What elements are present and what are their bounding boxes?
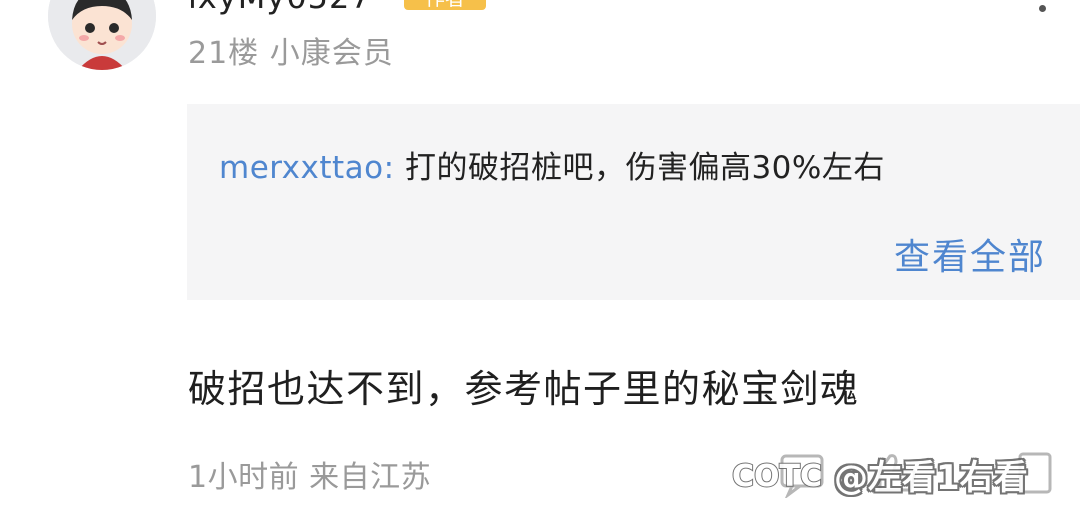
view-all-link[interactable]: 查看全部 xyxy=(894,228,1046,280)
watermark-logo: COTC xyxy=(731,458,823,495)
reply-line: merxxttao: 打的破招桩吧，伤害偏高30%左右 xyxy=(219,142,885,187)
reply-text: 打的破招桩吧，伤害偏高30%左右 xyxy=(394,150,885,186)
cartoon-avatar-icon xyxy=(48,0,156,70)
watermark: COTC @左看1右看 xyxy=(728,446,1028,502)
author-badge: 作者 xyxy=(404,0,486,10)
reply-preview-box[interactable]: merxxttao: 打的破招桩吧，伤害偏高30%左右 查看全部 xyxy=(187,104,1080,300)
avatar[interactable] xyxy=(48,0,156,70)
watermark-text: @左看1右看 xyxy=(834,457,1028,498)
time-location: 1小时前 来自江苏 xyxy=(188,460,432,495)
reply-username[interactable]: merxxttao: xyxy=(219,150,395,186)
floor-meta: 21楼 小康会员 xyxy=(188,36,394,71)
username[interactable]: lxyMy0527 xyxy=(188,0,372,16)
more-dot-icon xyxy=(1038,5,1046,12)
watermark-logo-text: COTC xyxy=(732,459,822,494)
more-options-button[interactable] xyxy=(1030,0,1054,32)
comment-body: 破招也达不到，参考帖子里的秘宝剑魂 xyxy=(188,367,860,411)
